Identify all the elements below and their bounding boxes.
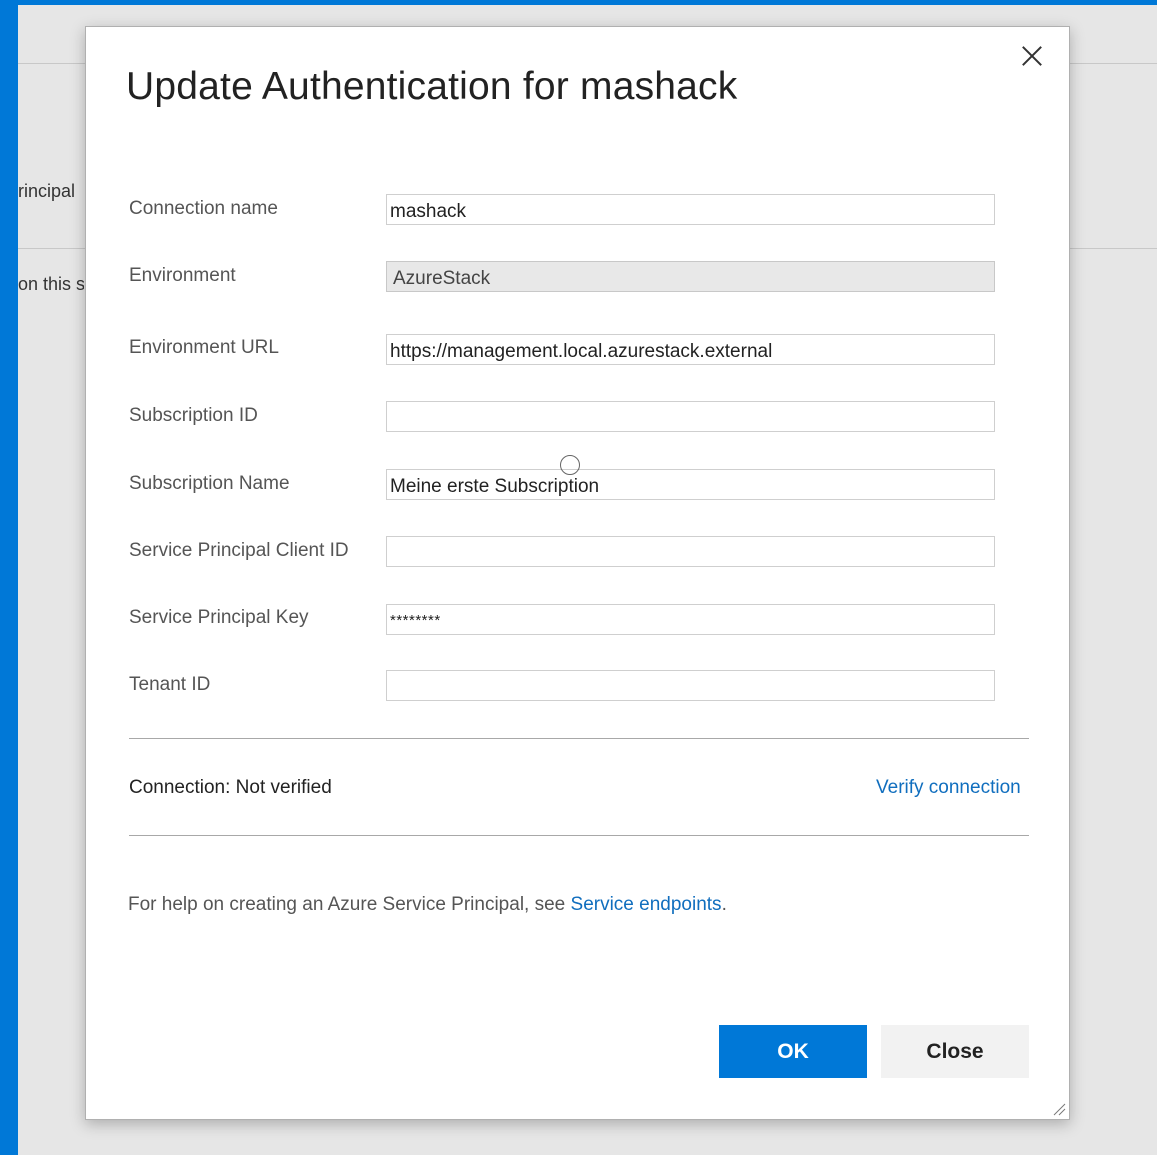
help-text: For help on creating an Azure Service Pr… — [128, 894, 727, 916]
client-id-input[interactable] — [386, 536, 995, 567]
connection-name-label: Connection name — [129, 198, 278, 219]
background-text-fragment: rincipal — [18, 181, 76, 201]
help-text-prefix: For help on creating an Azure Service Pr… — [128, 894, 571, 915]
verify-connection-link[interactable]: Verify connection — [876, 777, 1021, 799]
tenant-id-input[interactable] — [386, 670, 995, 701]
ok-button[interactable]: OK — [719, 1025, 867, 1078]
connection-name-input[interactable] — [386, 194, 995, 225]
close-icon[interactable] — [1019, 43, 1045, 69]
service-endpoints-link[interactable]: Service endpoints — [571, 894, 722, 915]
connection-status: Connection: Not verified — [129, 777, 332, 798]
tenant-id-label: Tenant ID — [129, 674, 211, 695]
client-id-label: Service Principal Client ID — [129, 540, 349, 561]
update-authentication-dialog: Update Authentication for mashack Connec… — [85, 26, 1070, 1120]
service-principal-key-input[interactable] — [386, 604, 995, 635]
environment-select[interactable] — [386, 261, 995, 292]
service-principal-key-label: Service Principal Key — [129, 607, 309, 628]
app-top-bar — [0, 0, 1157, 5]
background-text-fragment: on this s — [18, 274, 84, 294]
subscription-name-label: Subscription Name — [129, 473, 290, 494]
subscription-name-input[interactable] — [386, 469, 995, 500]
resize-grip-icon[interactable] — [1052, 1102, 1066, 1116]
dialog-title: Update Authentication for mashack — [126, 65, 738, 108]
environment-label: Environment — [129, 265, 236, 286]
mouse-cursor-icon — [560, 455, 580, 475]
subscription-id-input[interactable] — [386, 401, 995, 432]
section-divider — [129, 738, 1029, 739]
help-text-suffix: . — [721, 894, 727, 915]
app-left-bar — [0, 0, 18, 1155]
section-divider — [129, 835, 1029, 836]
environment-url-input[interactable] — [386, 334, 995, 365]
subscription-id-label: Subscription ID — [129, 405, 258, 426]
close-button[interactable]: Close — [881, 1025, 1029, 1078]
environment-url-label: Environment URL — [129, 337, 279, 358]
